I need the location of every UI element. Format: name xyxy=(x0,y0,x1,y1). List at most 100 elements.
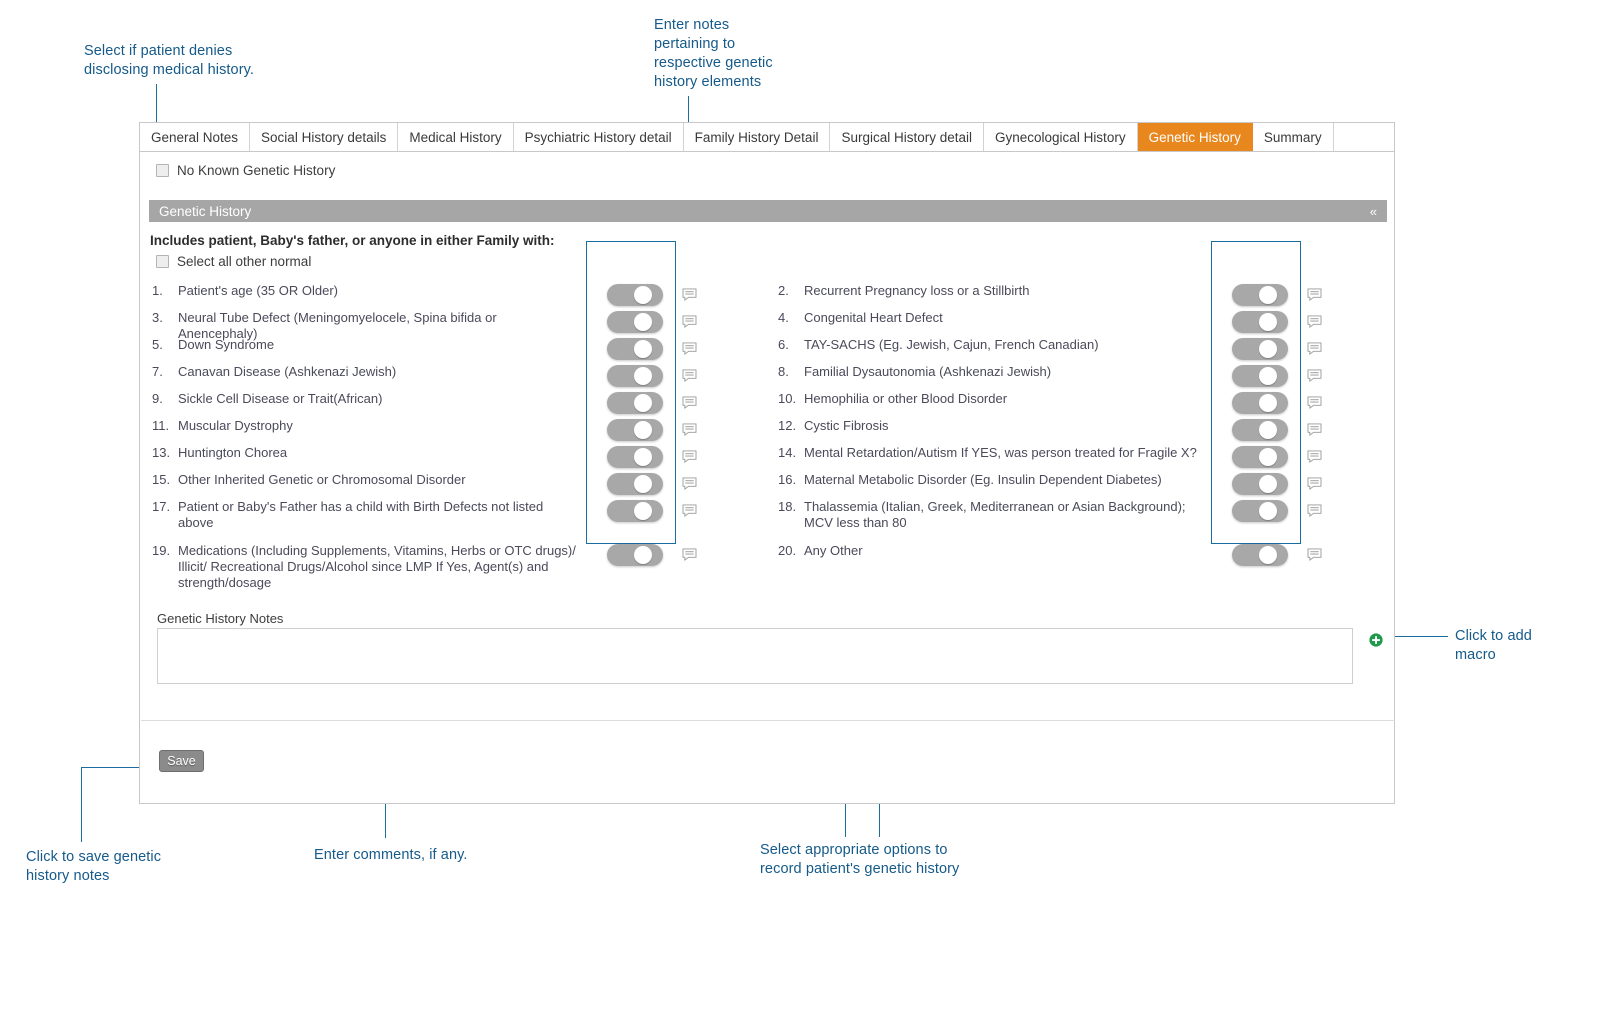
toggle-knob xyxy=(1259,502,1277,520)
tab-social-history-details[interactable]: Social History details xyxy=(250,123,398,151)
genetic-item-toggle[interactable] xyxy=(1232,392,1288,414)
genetic-item-number: 14. xyxy=(778,445,804,460)
select-all-other-normal-checkbox[interactable] xyxy=(156,255,169,268)
select-all-other-normal-row[interactable]: Select all other normal xyxy=(156,254,311,269)
annotation-comments: Enter comments, if any. xyxy=(314,846,544,865)
genetic-item-number: 16. xyxy=(778,472,804,487)
note-comment-icon[interactable] xyxy=(682,315,697,328)
genetic-item-toggle[interactable] xyxy=(1232,446,1288,468)
genetic-item-toggle[interactable] xyxy=(607,419,663,441)
genetic-item-toggle[interactable] xyxy=(1232,365,1288,387)
genetic-item-toggle[interactable] xyxy=(1232,284,1288,306)
genetic-item-toggle[interactable] xyxy=(607,284,663,306)
note-comment-icon[interactable] xyxy=(682,342,697,355)
genetic-item-toggle[interactable] xyxy=(607,311,663,333)
genetic-item-number: 11. xyxy=(152,418,178,433)
section-header: Genetic History « xyxy=(149,200,1387,222)
genetic-item-toggle[interactable] xyxy=(1232,544,1288,566)
genetic-item-toggle[interactable] xyxy=(1232,500,1288,522)
genetic-item-toggle[interactable] xyxy=(607,473,663,495)
tab-label: Family History Detail xyxy=(695,130,819,145)
note-comment-icon[interactable] xyxy=(1307,396,1322,409)
tab-summary[interactable]: Summary xyxy=(1253,123,1334,151)
genetic-item-number: 2. xyxy=(778,283,804,298)
genetic-item-label: Muscular Dystrophy xyxy=(178,418,578,434)
note-comment-icon[interactable] xyxy=(1307,450,1322,463)
toggle-knob xyxy=(1259,448,1277,466)
annotation-text: Click to add macro xyxy=(1455,628,1532,663)
note-comment-icon[interactable] xyxy=(1307,504,1322,517)
includes-line: Includes patient, Baby's father, or anyo… xyxy=(150,233,555,248)
note-comment-icon[interactable] xyxy=(1307,477,1322,490)
genetic-item-number: 8. xyxy=(778,364,804,379)
tab-surgical-history-detail[interactable]: Surgical History detail xyxy=(830,123,984,151)
tab-genetic-history[interactable]: Genetic History xyxy=(1138,123,1253,151)
genetic-item-label: Down Syndrome xyxy=(178,337,578,353)
genetic-history-notes-label: Genetic History Notes xyxy=(157,611,283,626)
tab-label: Medical History xyxy=(409,130,501,145)
genetic-item-number: 20. xyxy=(778,543,804,558)
note-comment-icon[interactable] xyxy=(1307,315,1322,328)
note-comment-icon[interactable] xyxy=(682,288,697,301)
genetic-item-label: Any Other xyxy=(804,543,1204,559)
save-button[interactable]: Save xyxy=(159,750,204,772)
note-comment-icon[interactable] xyxy=(682,450,697,463)
genetic-item-label: Huntington Chorea xyxy=(178,445,578,461)
genetic-item-toggle[interactable] xyxy=(607,338,663,360)
toggle-knob xyxy=(634,367,652,385)
tab-label: Genetic History xyxy=(1149,130,1241,145)
toggle-knob xyxy=(1259,546,1277,564)
note-comment-icon[interactable] xyxy=(1307,423,1322,436)
genetic-item-toggle[interactable] xyxy=(607,500,663,522)
genetic-item-toggle[interactable] xyxy=(1232,338,1288,360)
note-comment-icon[interactable] xyxy=(682,477,697,490)
genetic-item-number: 17. xyxy=(152,499,178,514)
genetic-item-label: TAY-SACHS (Eg. Jewish, Cajun, French Can… xyxy=(804,337,1204,353)
note-comment-icon[interactable] xyxy=(1307,342,1322,355)
genetic-item-toggle[interactable] xyxy=(1232,311,1288,333)
note-comment-icon[interactable] xyxy=(682,548,697,561)
note-comment-icon[interactable] xyxy=(682,504,697,517)
genetic-item-toggle[interactable] xyxy=(607,446,663,468)
toggle-knob xyxy=(1259,367,1277,385)
tab-family-history-detail[interactable]: Family History Detail xyxy=(684,123,831,151)
annotation-text: Enter notes pertaining to respective gen… xyxy=(654,17,773,90)
footer-separator xyxy=(141,720,1395,721)
genetic-item-label: Mental Retardation/Autism If YES, was pe… xyxy=(804,445,1204,461)
tab-general-notes[interactable]: General Notes xyxy=(140,123,250,151)
genetic-item-toggle[interactable] xyxy=(607,544,663,566)
toggle-knob xyxy=(634,394,652,412)
add-macro-icon[interactable] xyxy=(1369,633,1383,647)
toggle-knob xyxy=(634,313,652,331)
tab-psychiatric-history-detail[interactable]: Psychiatric History detail xyxy=(514,123,684,151)
genetic-item-number: 4. xyxy=(778,310,804,325)
annotation-text: Click to save genetic history notes xyxy=(26,849,161,884)
note-comment-icon[interactable] xyxy=(682,423,697,436)
note-comment-icon[interactable] xyxy=(1307,548,1322,561)
genetic-item-toggle[interactable] xyxy=(607,392,663,414)
annotation-no-known-history: Select if patient denies disclosing medi… xyxy=(84,42,304,80)
toggle-knob xyxy=(634,421,652,439)
tab-medical-history[interactable]: Medical History xyxy=(398,123,513,151)
genetic-item-label: Congenital Heart Defect xyxy=(804,310,1204,326)
genetic-item-toggle[interactable] xyxy=(1232,473,1288,495)
genetic-item-number: 1. xyxy=(152,283,178,298)
note-comment-icon[interactable] xyxy=(1307,288,1322,301)
annotation-select-options: Select appropriate options to record pat… xyxy=(760,841,1020,879)
section-title: Genetic History xyxy=(159,204,251,219)
annotation-text: Enter comments, if any. xyxy=(314,847,468,863)
genetic-item-toggle[interactable] xyxy=(1232,419,1288,441)
no-known-genetic-history-checkbox[interactable] xyxy=(156,164,169,177)
toggle-knob xyxy=(634,546,652,564)
genetic-item-toggle[interactable] xyxy=(607,365,663,387)
tab-label: Summary xyxy=(1264,130,1322,145)
note-comment-icon[interactable] xyxy=(682,396,697,409)
chevron-up-icon[interactable]: « xyxy=(1370,205,1377,218)
note-comment-icon[interactable] xyxy=(1307,369,1322,382)
note-comment-icon[interactable] xyxy=(682,369,697,382)
tab-label: Surgical History detail xyxy=(841,130,972,145)
tab-label: Social History details xyxy=(261,130,386,145)
no-known-genetic-history-row[interactable]: No Known Genetic History xyxy=(156,163,335,178)
tab-gynecological-history[interactable]: Gynecological History xyxy=(984,123,1138,151)
genetic-history-notes-input[interactable] xyxy=(157,628,1353,684)
